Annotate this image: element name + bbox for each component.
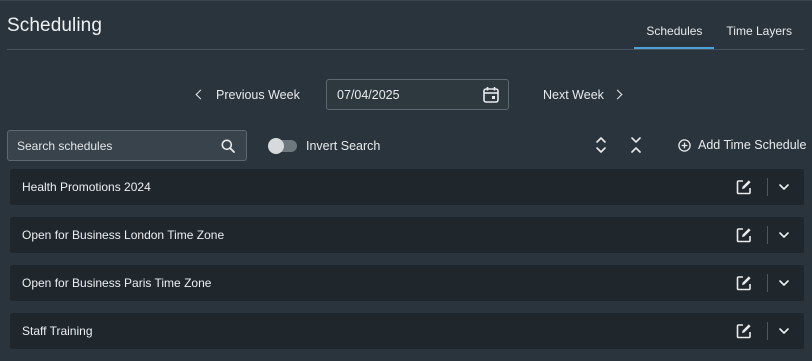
schedule-toolbar: Invert Search Add Time Schedule bbox=[0, 130, 812, 161]
toggle-knob bbox=[268, 138, 284, 154]
expand-all-icon[interactable] bbox=[594, 135, 608, 155]
chevron-left-icon bbox=[195, 89, 206, 100]
next-week-button[interactable]: Next Week bbox=[543, 79, 623, 110]
schedule-row[interactable]: Open for Business London Time Zone bbox=[10, 217, 804, 253]
week-navigation: Previous Week Next Week bbox=[0, 79, 812, 110]
edit-icon[interactable] bbox=[736, 275, 752, 291]
collapse-all-icon[interactable] bbox=[629, 135, 643, 155]
search-input[interactable] bbox=[17, 138, 207, 153]
previous-week-button[interactable]: Previous Week bbox=[194, 79, 300, 110]
schedule-name: Staff Training bbox=[22, 324, 93, 338]
edit-icon[interactable] bbox=[736, 179, 752, 195]
schedule-row[interactable]: Open for Business Paris Time Zone bbox=[10, 265, 804, 301]
schedule-row[interactable]: Staff Training bbox=[10, 313, 804, 349]
tab-schedules[interactable]: Schedules bbox=[634, 15, 715, 49]
schedule-name: Open for Business London Time Zone bbox=[22, 228, 225, 242]
row-divider bbox=[767, 274, 768, 292]
date-input[interactable] bbox=[337, 87, 467, 102]
chevron-down-icon[interactable] bbox=[777, 228, 791, 242]
edit-icon[interactable] bbox=[736, 227, 752, 243]
row-divider bbox=[767, 226, 768, 244]
schedule-name: Health Promotions 2024 bbox=[22, 180, 151, 194]
invert-search-label: Invert Search bbox=[306, 139, 381, 153]
header-divider bbox=[7, 49, 804, 50]
invert-search-toggle[interactable] bbox=[268, 138, 297, 154]
search-field[interactable] bbox=[7, 130, 247, 161]
tab-bar: Schedules Time Layers bbox=[634, 15, 804, 50]
search-icon[interactable] bbox=[221, 139, 235, 153]
schedule-row[interactable]: Health Promotions 2024 bbox=[10, 169, 804, 205]
edit-icon[interactable] bbox=[736, 323, 752, 339]
chevron-down-icon[interactable] bbox=[777, 180, 791, 194]
page-header: Scheduling Schedules Time Layers bbox=[0, 1, 812, 50]
schedule-list: Health Promotions 2024 Open for Business… bbox=[10, 169, 804, 361]
calendar-icon[interactable] bbox=[483, 86, 499, 103]
chevron-down-icon[interactable] bbox=[777, 276, 791, 290]
page-title: Scheduling bbox=[7, 15, 103, 36]
add-time-schedule-button[interactable]: Add Time Schedule bbox=[678, 137, 806, 153]
schedule-name: Open for Business Paris Time Zone bbox=[22, 276, 212, 290]
tab-time-layers[interactable]: Time Layers bbox=[714, 15, 804, 49]
plus-circle-icon bbox=[678, 138, 691, 152]
row-divider bbox=[767, 178, 768, 196]
date-field[interactable] bbox=[326, 79, 509, 110]
chevron-down-icon[interactable] bbox=[777, 324, 791, 338]
next-week-label: Next Week bbox=[543, 87, 604, 102]
chevron-right-icon bbox=[612, 89, 623, 100]
row-divider bbox=[767, 322, 768, 340]
add-time-schedule-label: Add Time Schedule bbox=[698, 138, 807, 152]
previous-week-label: Previous Week bbox=[216, 87, 300, 102]
scheduling-page: Scheduling Schedules Time Layers Previou… bbox=[0, 0, 812, 361]
